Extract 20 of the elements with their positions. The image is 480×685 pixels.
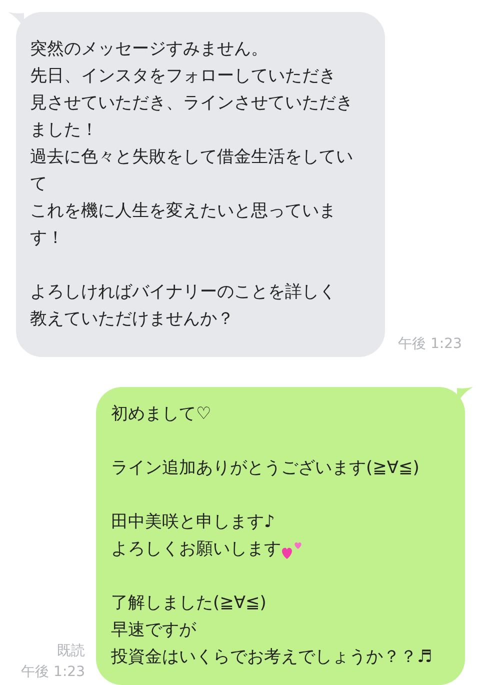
message-line: 了解しました(≧∀≦) [111,592,266,615]
message-line: 過去に色々と失敗をして借金生活をしてい [30,146,353,169]
message-line: 投資金はいくらでお考えでしょうか？？♬ [111,646,432,669]
message-line: よろしくお願いします [111,538,281,561]
message-time: 午後 1:23 [398,335,462,354]
message-line: 突然のメッセージすみません。 [30,38,268,61]
message-line: これを機に人生を変えたいと思っていま [30,200,336,223]
message-line: よろしければバイナリーのことを詳しく [30,281,336,304]
message-line: す！ [30,227,64,250]
message-time: 午後 1:23 [21,663,85,682]
message-line: 初めまして♡ [111,403,212,426]
message-line: 先日、インスタをフォローしていただき [30,65,336,88]
message-line: 教えていただけませんか？ [30,308,234,331]
message-line: 田中美咲と申します♪ [111,511,275,534]
read-receipt: 既読 [57,642,85,661]
message-line: 見させていただき、ラインさせていただき [30,92,353,115]
message-line: 早速ですが [111,619,196,642]
message-line: ました！ [30,119,98,142]
message-line: て [30,173,47,196]
message-line: ライン追加ありがとうございます(≧∀≦) [111,457,420,480]
